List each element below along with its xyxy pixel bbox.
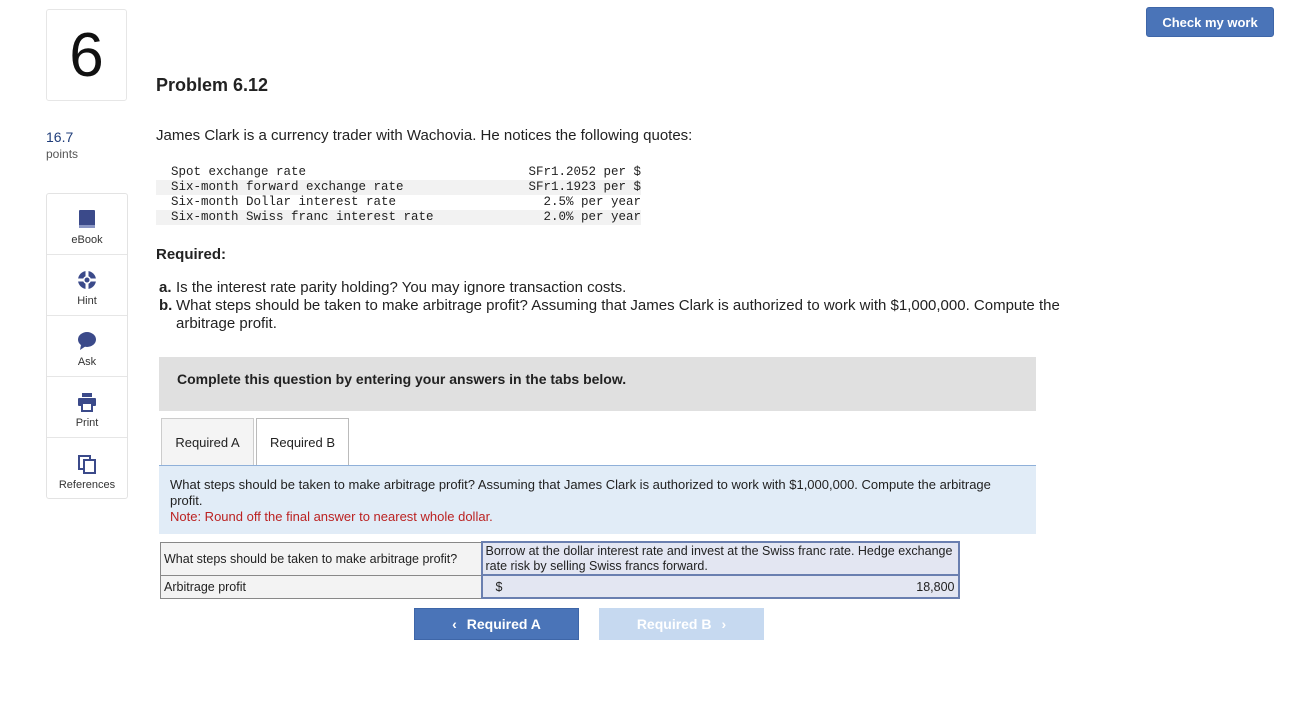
requirements-list: a. Is the interest rate parity holding? … [159,279,1089,333]
references-label: References [58,479,116,491]
quotes-table: Spot exchange rate SFr1.2052 per $ Six-m… [156,165,641,225]
arbitrage-steps-select[interactable]: Borrow at the dollar interest rate and i… [480,541,960,576]
question-panel: What steps should be taken to make arbit… [159,466,1036,534]
table-row: Arbitrage profit $ 18,800 [160,574,960,599]
chevron-right-icon: › [721,616,727,632]
question-text: What steps should be taken to make arbit… [170,477,991,508]
requirement-item: b. What steps should be taken to make ar… [159,297,1089,333]
print-icon [76,391,98,413]
quote-value: SFr1.2052 per $ [528,165,641,179]
chevron-left-icon: ‹ [452,616,457,632]
ask-icon [76,330,98,352]
quote-value: 2.5% per year [543,195,641,209]
answer-table: What steps should be taken to make arbit… [160,541,960,599]
quote-label: Six-month forward exchange rate [171,180,404,194]
requirement-text: What steps should be taken to make arbit… [176,297,1060,332]
question-number: 6 [46,9,127,101]
instructions-banner: Complete this question by entering your … [159,357,1036,411]
quote-row: Spot exchange rate SFr1.2052 per $ [156,165,641,180]
quote-value: 2.0% per year [543,210,641,224]
arbitrage-profit-label: Arbitrage profit [160,574,482,599]
rounding-note: Note: Round off the final answer to near… [170,509,493,524]
references-icon [76,453,98,475]
hint-label: Hint [77,295,97,307]
problem-intro: James Clark is a currency trader with Wa… [156,127,693,144]
ask-button[interactable]: Ask [47,316,127,377]
problem-title: Problem 6.12 [156,75,269,95]
tab-required-b[interactable]: Required B [256,418,349,466]
hint-button[interactable]: Hint [47,255,127,316]
tab-required-a[interactable]: Required A [161,418,254,465]
quote-label: Six-month Dollar interest rate [171,195,397,209]
references-button[interactable]: References [47,438,127,499]
quote-label: Spot exchange rate [171,165,307,179]
points-value: 16.7 [46,129,74,145]
arbitrage-profit-input[interactable]: 18,800 [916,580,954,594]
quote-row: Six-month forward exchange rate SFr1.192… [156,180,641,195]
ebook-button[interactable]: eBook [47,194,127,255]
currency-symbol: $ [495,579,503,594]
requirement-text: Is the interest rate parity holding? You… [176,279,627,296]
quote-row: Six-month Dollar interest rate 2.5% per … [156,195,641,210]
prev-button-label: Required A [466,616,541,632]
quote-label: Six-month Swiss franc interest rate [171,210,434,224]
next-required-b-button[interactable]: Required B › [599,608,764,640]
requirement-letter: a. [159,279,172,296]
next-button-label: Required B [636,616,712,632]
quote-value: SFr1.1923 per $ [528,180,641,194]
print-label: Print [75,417,99,429]
arbitrage-profit-cell: $ 18,800 [480,574,960,599]
requirement-letter: b. [159,297,173,314]
ebook-label: eBook [71,234,103,246]
ebook-icon [76,208,98,230]
hint-icon [76,269,98,291]
arbitrage-steps-label: What steps should be taken to make arbit… [160,541,482,576]
requirement-item: a. Is the interest rate parity holding? … [159,279,1089,297]
required-heading: Required: [156,246,227,263]
ask-label: Ask [77,356,97,368]
check-my-work-button[interactable]: Check my work [1146,7,1274,37]
prev-required-a-button[interactable]: ‹ Required A [414,608,579,640]
print-button[interactable]: Print [47,377,127,438]
quote-row: Six-month Swiss franc interest rate 2.0%… [156,210,641,225]
table-row: What steps should be taken to make arbit… [160,541,960,576]
tool-panel: eBook Hint Ask Print References [46,193,128,499]
points-label: points [46,147,79,161]
